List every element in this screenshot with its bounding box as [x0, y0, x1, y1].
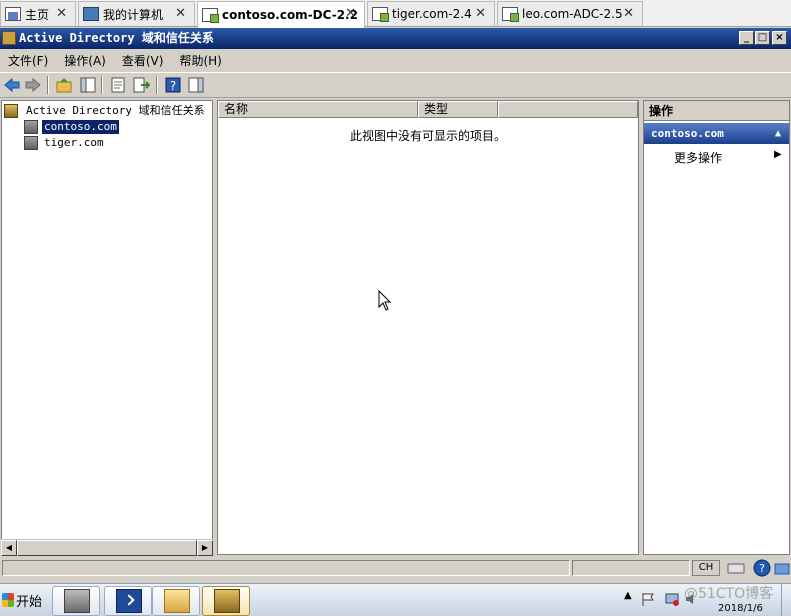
- vm-tab-label: tiger.com-2.4: [392, 7, 472, 21]
- toolbar-separator: [101, 76, 103, 94]
- maximize-button[interactable]: □: [755, 31, 770, 45]
- svg-text:?: ?: [170, 79, 176, 93]
- forward-arrow-icon[interactable]: [24, 76, 42, 94]
- computer-icon: [83, 7, 99, 21]
- vm-tab-contoso[interactable]: contoso.com-DC-2.2 ✕: [197, 1, 365, 28]
- windows-logo-icon: [2, 593, 14, 607]
- taskbar: 开始 ▲ 2018/1/6: [0, 583, 791, 616]
- vm-tab-leo[interactable]: leo.com-ADC-2.5 ✕: [497, 1, 643, 26]
- column-header-empty[interactable]: [498, 101, 638, 118]
- vm-tab-label: leo.com-ADC-2.5: [522, 7, 623, 21]
- menu-file[interactable]: 文件(F): [0, 52, 56, 69]
- powershell-icon: [116, 589, 142, 613]
- help-circle-icon[interactable]: ?: [753, 559, 771, 577]
- vm-tab-label: contoso.com-DC-2.2: [222, 8, 358, 22]
- taskbar-app-server-manager[interactable]: [52, 586, 100, 616]
- console-tree-pane[interactable]: Active Directory 域和信任关系 [ contoso.com ti…: [1, 100, 213, 555]
- show-hide-action-pane-icon[interactable]: [187, 76, 205, 94]
- status-bar: CH ?: [0, 558, 791, 578]
- export-list-icon[interactable]: [132, 76, 150, 94]
- close-tab-icon[interactable]: ✕: [175, 6, 186, 21]
- tree-horizontal-scrollbar[interactable]: ◀ ▶: [1, 539, 213, 556]
- actions-pane: 操作 contoso.com ▲ 更多操作 ▶: [643, 100, 790, 555]
- actions-section-label: contoso.com: [651, 127, 724, 140]
- collapse-caret-icon[interactable]: ▲: [775, 123, 781, 144]
- close-tab-icon[interactable]: ✕: [475, 6, 486, 21]
- menu-view[interactable]: 查看(V): [114, 52, 172, 69]
- vm-tab-label: 我的计算机: [103, 7, 164, 22]
- actions-header: 操作: [644, 101, 789, 121]
- vm-icon: [202, 8, 219, 23]
- status-cell: [2, 560, 570, 576]
- vm-tab-label: 主页: [25, 7, 50, 22]
- network-icon[interactable]: [664, 591, 680, 607]
- close-tab-icon[interactable]: ✕: [623, 6, 634, 21]
- minimize-button[interactable]: _: [739, 31, 754, 45]
- vm-icon: [502, 7, 519, 22]
- show-desktop-button[interactable]: [781, 584, 791, 616]
- vm-tab-tiger[interactable]: tiger.com-2.4 ✕: [367, 1, 495, 26]
- domain-icon: [24, 136, 38, 150]
- keyboard-icon[interactable]: [727, 560, 745, 576]
- more-actions-item[interactable]: 更多操作: [674, 149, 722, 166]
- action-center-flag-icon[interactable]: [640, 591, 656, 607]
- scrollbar-thumb[interactable]: [17, 540, 197, 556]
- column-header-type[interactable]: 类型: [418, 101, 498, 118]
- ad-domains-icon: [4, 104, 18, 118]
- show-hidden-icons-icon[interactable]: ▲: [624, 590, 632, 601]
- back-arrow-icon[interactable]: [3, 76, 21, 94]
- server-manager-icon: [64, 589, 90, 613]
- ad-domains-icon: [214, 589, 240, 613]
- toolbar-separator: [156, 76, 158, 94]
- domain-icon: [24, 120, 38, 134]
- up-folder-icon[interactable]: [55, 76, 73, 94]
- results-list-pane[interactable]: 名称 类型 此视图中没有可显示的项目。: [217, 100, 639, 555]
- mouse-cursor-icon: [378, 290, 392, 311]
- start-label: 开始: [16, 594, 43, 610]
- tree-node-label: tiger.com: [44, 136, 104, 149]
- taskbar-app-powershell[interactable]: [104, 586, 152, 616]
- tree-node-label: Active Directory 域和信任关系 [: [26, 104, 213, 117]
- window-title-bar: Active Directory 域和信任关系 _ □ ×: [0, 28, 791, 49]
- menu-bar: 文件(F) 操作(A) 查看(V) 帮助(H): [0, 49, 791, 71]
- actions-section-contoso[interactable]: contoso.com ▲: [644, 123, 789, 144]
- start-button[interactable]: 开始: [0, 588, 42, 612]
- show-hide-tree-icon[interactable]: [79, 76, 97, 94]
- taskbar-app-explorer[interactable]: [152, 586, 200, 616]
- status-cell: [572, 560, 690, 576]
- toolbar: ?: [0, 72, 791, 98]
- vm-tab-home[interactable]: 主页 ✕: [0, 1, 76, 26]
- close-tab-icon[interactable]: ✕: [56, 6, 67, 21]
- vm-tab-strip: 主页 ✕ 我的计算机 ✕ contoso.com-DC-2.2 ✕ tiger.…: [0, 0, 791, 28]
- watermark: @51CTO博客: [684, 586, 774, 602]
- explorer-folder-icon: [164, 589, 190, 613]
- close-tab-icon[interactable]: ✕: [345, 6, 356, 21]
- home-icon: [5, 7, 21, 21]
- submenu-arrow-icon: ▶: [774, 149, 782, 160]
- scroll-right-icon[interactable]: ▶: [197, 540, 213, 556]
- taskbar-app-ad-domains[interactable]: [202, 586, 250, 616]
- window-title: Active Directory 域和信任关系: [19, 31, 214, 45]
- properties-icon[interactable]: [109, 76, 127, 94]
- close-button[interactable]: ×: [772, 31, 787, 45]
- column-header-name[interactable]: 名称: [218, 101, 418, 118]
- language-bar-minimize-icon[interactable]: [774, 560, 790, 576]
- taskbar-clock-date[interactable]: 2018/1/6: [718, 603, 763, 614]
- input-language-indicator[interactable]: CH: [692, 560, 720, 576]
- ad-domains-app-icon: [2, 31, 16, 45]
- menu-help[interactable]: 帮助(H): [171, 52, 229, 69]
- vm-tab-my-computer[interactable]: 我的计算机 ✕: [78, 1, 195, 26]
- menu-action[interactable]: 操作(A): [56, 52, 114, 69]
- toolbar-separator: [47, 76, 49, 94]
- tree-node-label: contoso.com: [42, 120, 119, 134]
- vm-icon: [372, 7, 389, 22]
- scroll-left-icon[interactable]: ◀: [1, 540, 17, 556]
- svg-text:?: ?: [759, 562, 765, 575]
- help-icon[interactable]: ?: [164, 76, 182, 94]
- empty-list-message: 此视图中没有可显示的项目。: [349, 129, 506, 143]
